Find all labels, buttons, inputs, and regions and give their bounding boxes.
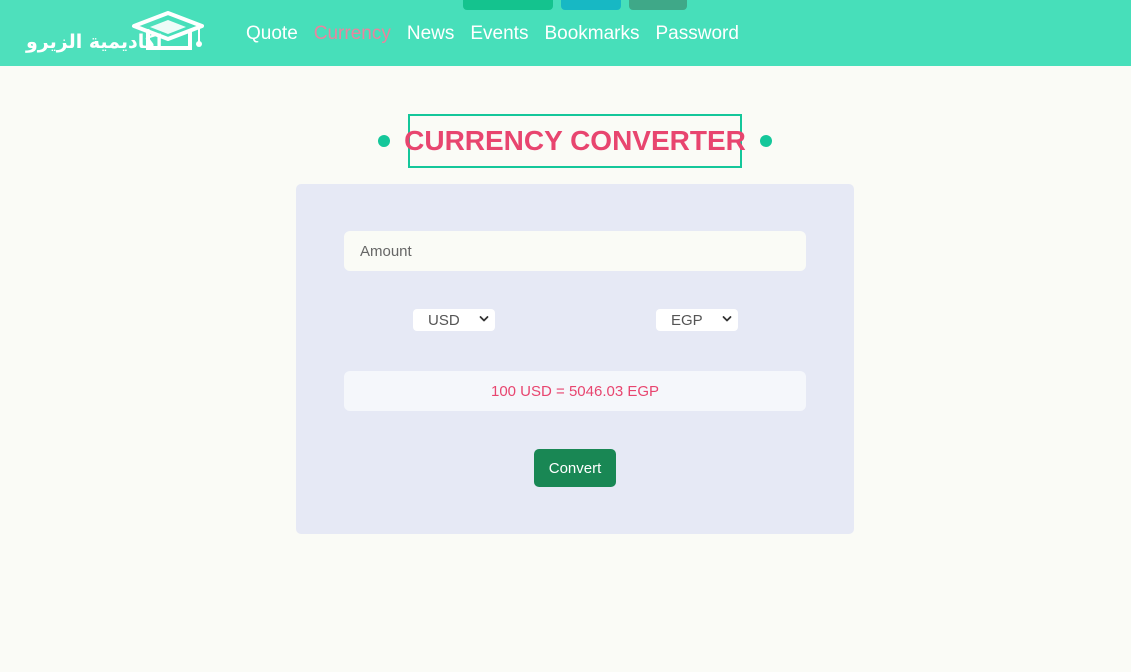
chevron-down-icon — [479, 316, 489, 322]
chevron-down-icon — [722, 316, 732, 322]
top-tab-2[interactable] — [561, 0, 621, 10]
page-title-box: CURRENCY CONVERTER — [404, 114, 746, 168]
from-currency-select[interactable]: USD — [413, 309, 495, 331]
amount-input[interactable] — [344, 231, 806, 271]
converter-card: USD EGP 100 USD = 5046.03 EGP Convert — [296, 184, 854, 534]
title-dot-left — [378, 135, 390, 147]
top-tab-3[interactable] — [629, 0, 687, 10]
conversion-result: 100 USD = 5046.03 EGP — [344, 371, 806, 411]
brand-logo-link[interactable]: اكاديمية الزيرو — [0, 0, 212, 66]
from-currency-value: USD — [428, 311, 460, 329]
nav-link-quote[interactable]: Quote — [246, 22, 298, 46]
nav-link-currency[interactable]: Currency — [314, 22, 391, 46]
convert-button[interactable]: Convert — [534, 449, 616, 487]
to-currency-select[interactable]: EGP — [656, 309, 738, 331]
page-title: CURRENCY CONVERTER — [404, 125, 746, 156]
to-currency-value: EGP — [671, 311, 703, 329]
page-title-section: CURRENCY CONVERTER — [0, 114, 1131, 168]
top-navbar: اكاديمية الزيرو Quote Currency News Even… — [0, 0, 1131, 66]
graduation-cap-icon — [132, 11, 204, 50]
nav-link-events[interactable]: Events — [470, 22, 528, 46]
main-nav: Quote Currency News Events Bookmarks Pas… — [246, 22, 739, 46]
nav-link-news[interactable]: News — [407, 22, 455, 46]
nav-link-password[interactable]: Password — [655, 22, 738, 46]
nav-link-bookmarks[interactable]: Bookmarks — [544, 22, 639, 46]
title-dot-right — [760, 135, 772, 147]
top-tab-1[interactable] — [463, 0, 553, 10]
